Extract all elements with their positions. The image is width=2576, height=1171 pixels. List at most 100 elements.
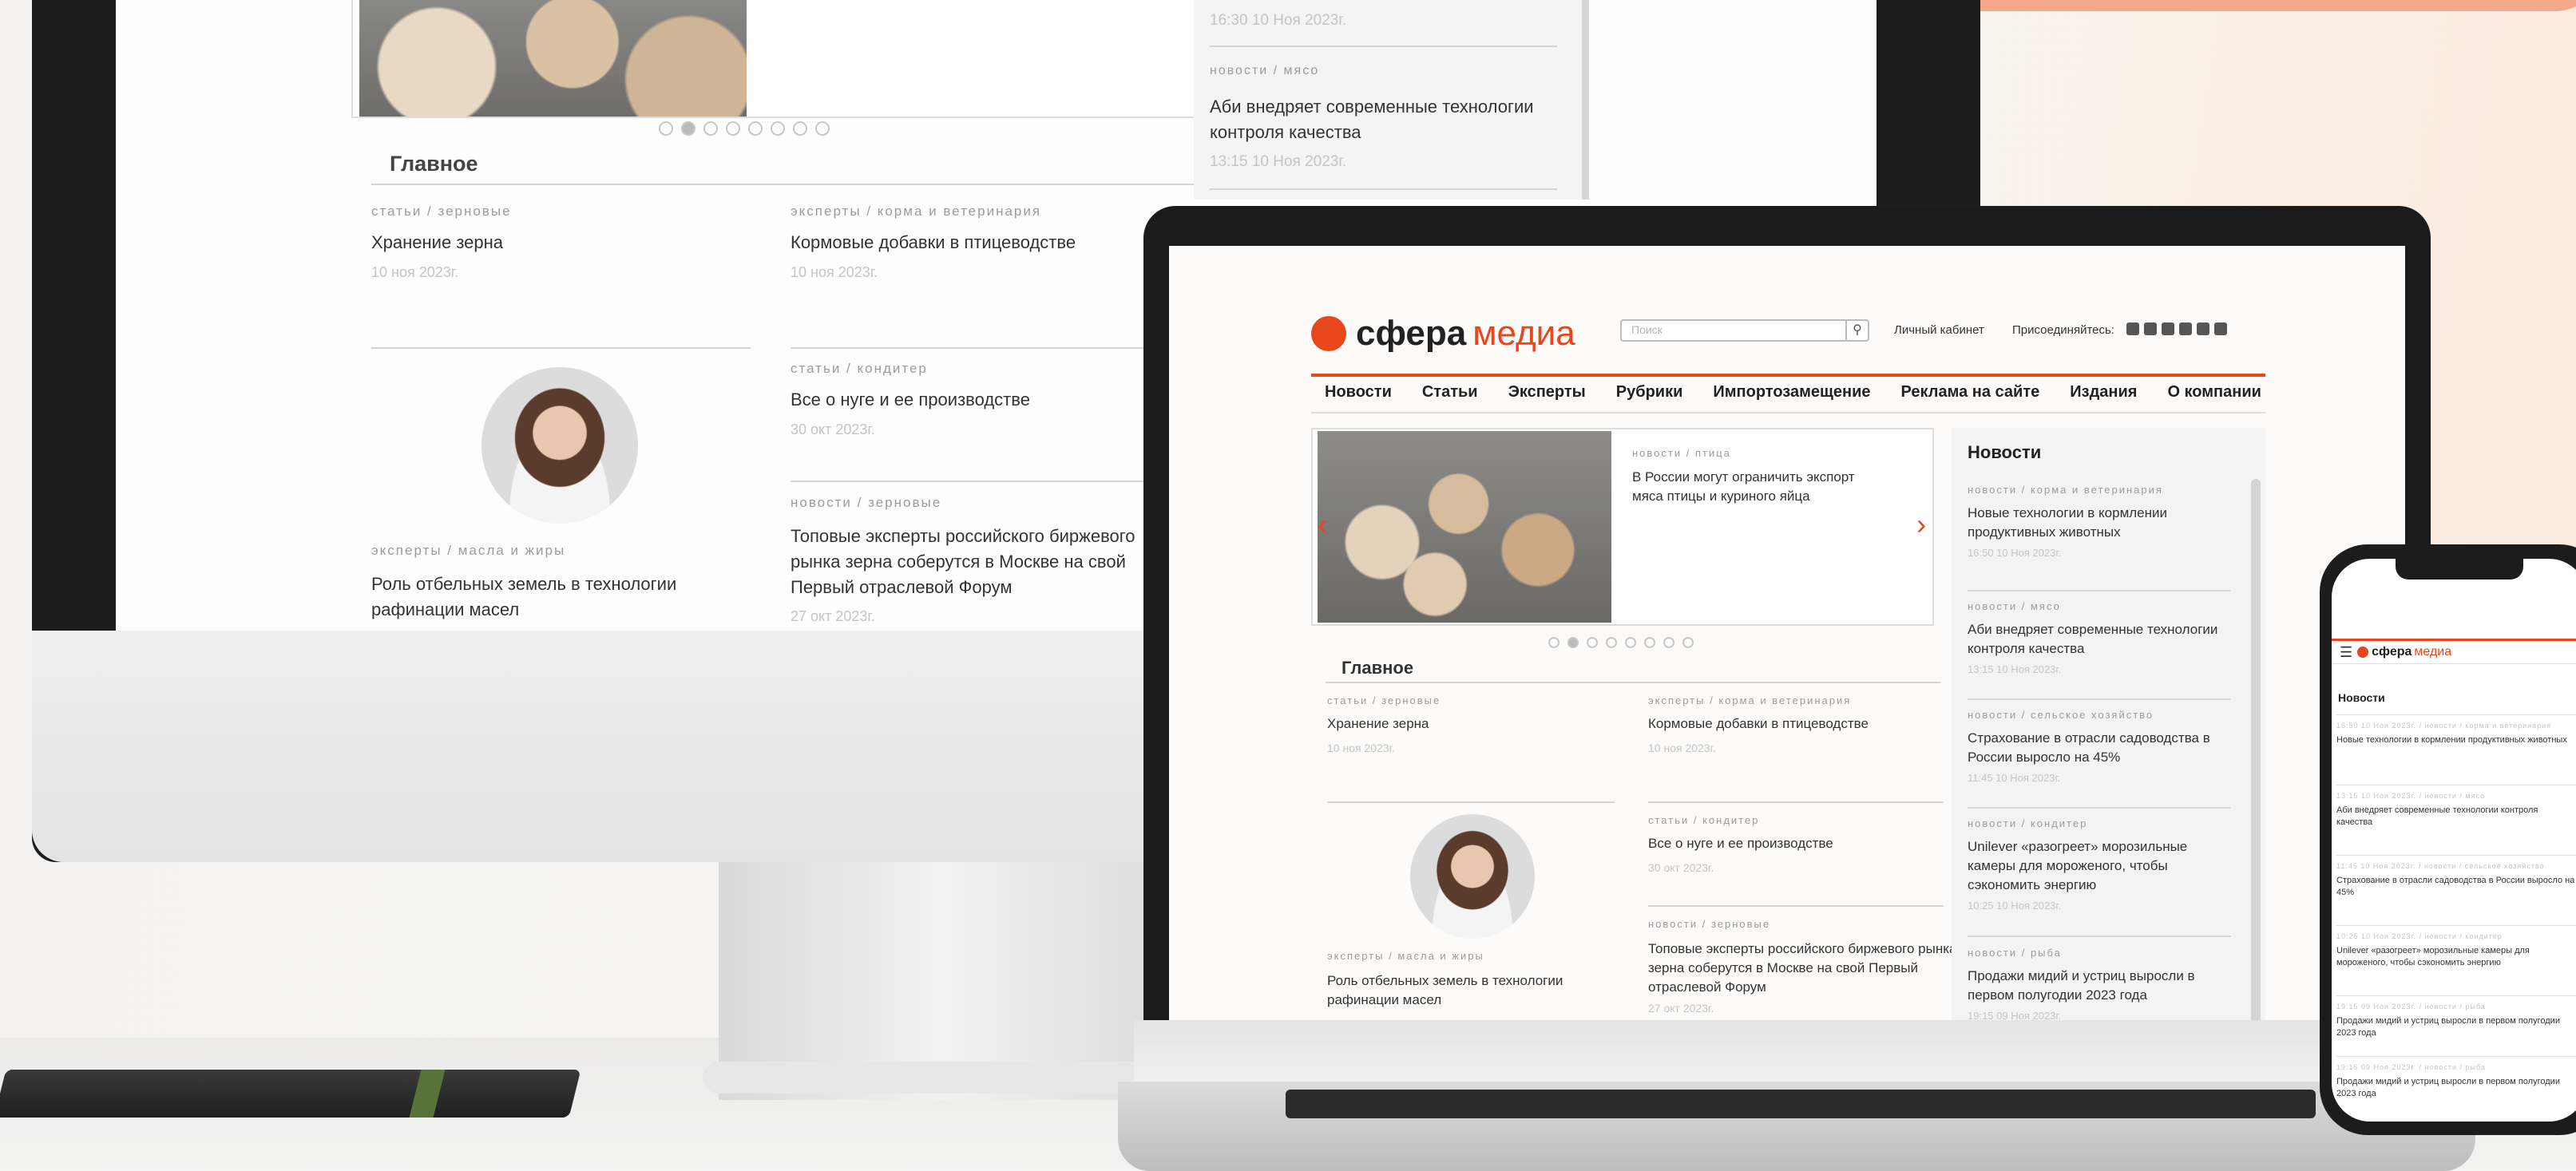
news-title[interactable]: Страхование в отрасли садоводства в Росс…	[2336, 875, 2576, 899]
search-icon[interactable]: ⚲	[1845, 321, 1868, 340]
slider-image-eggs	[359, 0, 747, 117]
item-title[interactable]: Все о нуге и ее производстве	[1648, 836, 1944, 852]
list-item[interactable]: новости / зерновые Топовые эксперты росс…	[1648, 918, 1960, 1015]
news-category[interactable]: новости / мясо	[1968, 600, 2231, 612]
item-date: 10 ноя 2023г.	[1327, 742, 1395, 754]
nav-item-about[interactable]: О компании	[2167, 383, 2261, 402]
nav-item-import[interactable]: Импортозамещение	[1713, 383, 1870, 402]
nav-item-articles[interactable]: Статьи	[1422, 383, 1478, 402]
list-item[interactable]: эксперты / корма и ветеринария Кормовые …	[1648, 694, 1944, 754]
join-label: Присоединяйтесь:	[2012, 323, 2114, 337]
item-category[interactable]: статьи / зерновые	[371, 204, 739, 220]
news-title[interactable]: Unilever «разогреет» морозильные камеры …	[1968, 837, 2231, 895]
list-item[interactable]: статьи / кондитер Все о нуге и ее произв…	[791, 361, 1158, 438]
item-category[interactable]: эксперты / корма и ветеринария	[1648, 694, 1944, 706]
item-date: 27 окт 2023г.	[791, 608, 875, 624]
phone-header: ☰ сфера медиа	[2332, 639, 2576, 664]
list-item[interactable]: статьи / кондитер Все о нуге и ее произв…	[1648, 814, 1944, 874]
hamburger-icon[interactable]: ☰	[2340, 644, 2352, 661]
item-date: 10 ноя 2023г.	[1648, 742, 1716, 754]
divider	[1648, 801, 1944, 803]
slider-dots[interactable]	[655, 121, 834, 140]
main-heading: Главное	[390, 152, 478, 176]
item-category[interactable]: эксперты / масла и жиры	[371, 543, 707, 559]
item-category[interactable]: статьи / кондитер	[1648, 814, 1944, 826]
list-item[interactable]: эксперты / масла и жиры Роль отбельных з…	[1327, 950, 1599, 1010]
news-item[interactable]: 16:50 10 Ноя 2023г. / новости / корма и …	[2336, 714, 2576, 785]
logo-word-1[interactable]: сфера	[2372, 645, 2412, 659]
nav-item-rubrics[interactable]: Рубрики	[1616, 383, 1683, 402]
news-item[interactable]: новости / корма и ветеринария Новые техн…	[1968, 484, 2231, 591]
item-category[interactable]: новости / зерновые	[791, 495, 1166, 511]
social-links	[2122, 320, 2227, 337]
news-category[interactable]: новости / мясо	[1210, 64, 1319, 78]
news-item[interactable]: новости / сельское хозяйство Страхование…	[1968, 701, 2231, 809]
news-title[interactable]: Unilever «разогреет» морозильные камеры …	[2336, 945, 2576, 969]
nav-item-editions[interactable]: Издания	[2070, 383, 2137, 402]
news-title[interactable]: Новые технологии в кормлении продуктивны…	[2336, 734, 2576, 746]
social-icon[interactable]	[2162, 322, 2174, 336]
news-title[interactable]: Аби внедряет современные технологии конт…	[1210, 94, 1561, 145]
item-category[interactable]: эксперты / корма и ветеринария	[791, 204, 1158, 220]
news-title[interactable]: Новые технологии в кормлении продуктивны…	[1968, 504, 2231, 542]
news-item[interactable]: 19:15 09 Ноя 2023г. / новости / рыба Про…	[2336, 1056, 2576, 1117]
social-icon[interactable]	[2197, 322, 2209, 336]
item-category[interactable]: эксперты / масла и жиры	[1327, 950, 1599, 962]
news-title[interactable]: Продажи мидий и устриц выросли в первом …	[2336, 1015, 2576, 1039]
news-category[interactable]: новости / кондитер	[1968, 817, 2231, 829]
social-icon[interactable]	[2144, 322, 2157, 336]
news-item[interactable]: новости / мясо Аби внедряет современные …	[1968, 592, 2231, 700]
news-title[interactable]: Страхование в отрасли садоводства в Росс…	[1968, 729, 2231, 767]
news-title[interactable]: Продажи мидий и устриц выросли в первом …	[2336, 1076, 2576, 1100]
social-icon[interactable]	[2126, 322, 2139, 336]
item-title[interactable]: Хранение зерна	[371, 232, 739, 253]
news-item[interactable]: 19:15 09 Ноя 2023г. / новости / рыба Про…	[2336, 995, 2576, 1056]
news-category[interactable]: новости / сельское хозяйство	[1968, 709, 2231, 721]
item-title[interactable]: Кормовые добавки в птицеводстве	[791, 232, 1158, 253]
news-category[interactable]: новости / рыба	[1968, 947, 2231, 959]
item-category[interactable]: новости / зерновые	[1648, 918, 1960, 930]
cabinet-link[interactable]: Личный кабинет	[1894, 323, 1984, 337]
news-item[interactable]: 11:45 10 Ноя 2023г. / новости / сельское…	[2336, 855, 2576, 925]
item-title[interactable]: Топовые эксперты российского биржевого р…	[791, 524, 1166, 600]
item-category[interactable]: статьи / кондитер	[791, 361, 1158, 377]
slide-title[interactable]: В России могут ограничить экспорт мяса п…	[1632, 468, 1888, 506]
slider-dots[interactable]	[1544, 635, 1698, 652]
list-item[interactable]: статьи / зерновые Хранение зерна 10 ноя …	[1327, 694, 1607, 754]
chevron-right-icon[interactable]: ›	[1916, 508, 1926, 541]
news-title[interactable]: Продажи мидий и устриц выросли в первом …	[1968, 967, 2231, 1005]
nav-item-news[interactable]: Новости	[1325, 383, 1392, 402]
news-item[interactable]: 13:15 10 Ноя 2023г. / новости / мясо Аби…	[2336, 785, 2576, 855]
search-input[interactable]: Поиск	[1631, 323, 1663, 336]
news-item[interactable]: новости / кондитер Unilever «разогреет» …	[1968, 809, 2231, 937]
avatar[interactable]	[482, 367, 638, 524]
item-title[interactable]: Топовые эксперты российского биржевого р…	[1648, 940, 1960, 997]
item-category[interactable]: статьи / зерновые	[1327, 694, 1607, 706]
list-item[interactable]: эксперты / масла и жиры Роль отбельных з…	[371, 543, 707, 623]
nav-item-ads[interactable]: Реклама на сайте	[1901, 383, 2040, 402]
nav-item-experts[interactable]: Эксперты	[1508, 383, 1586, 402]
logo-word-2[interactable]: медиа	[2414, 645, 2451, 659]
slide-category[interactable]: новости / птица	[1632, 447, 1731, 459]
chevron-left-icon[interactable]: ‹	[1318, 508, 1327, 541]
list-item[interactable]: эксперты / корма и ветеринария Кормовые …	[791, 204, 1158, 281]
item-title[interactable]: Хранение зерна	[1327, 716, 1607, 732]
list-item[interactable]: статьи / зерновые Хранение зерна 10 ноя …	[371, 204, 739, 281]
item-title[interactable]: Роль отбельных земель в технологии рафин…	[1327, 971, 1599, 1010]
social-icon[interactable]	[2214, 322, 2227, 336]
list-item[interactable]: новости / зерновые Топовые эксперты росс…	[791, 495, 1166, 625]
avatar[interactable]	[1410, 814, 1535, 939]
news-title[interactable]: Аби внедряет современные технологии конт…	[2336, 805, 2576, 829]
item-title[interactable]: Кормовые добавки в птицеводстве	[1648, 716, 1944, 732]
logo[interactable]: сфера медиа	[1311, 310, 1575, 358]
news-item[interactable]: новости / рыба Продажи мидий и устриц вы…	[1968, 939, 2231, 1020]
item-title[interactable]: Роль отбельных земель в технологии рафин…	[371, 572, 707, 623]
news-item[interactable]: 10:25 10 Ноя 2023г. / новости / кондитер…	[2336, 925, 2576, 995]
laptop-hinge	[1134, 1020, 2459, 1084]
social-icon[interactable]	[2179, 322, 2192, 336]
news-category[interactable]: новости / корма и ветеринария	[1968, 484, 2231, 496]
item-title[interactable]: Все о нуге и ее производстве	[791, 390, 1158, 410]
scrollbar[interactable]	[2251, 479, 2261, 1020]
news-title[interactable]: Аби внедряет современные технологии конт…	[1968, 620, 2231, 659]
search-box[interactable]: Поиск ⚲	[1620, 319, 1869, 342]
